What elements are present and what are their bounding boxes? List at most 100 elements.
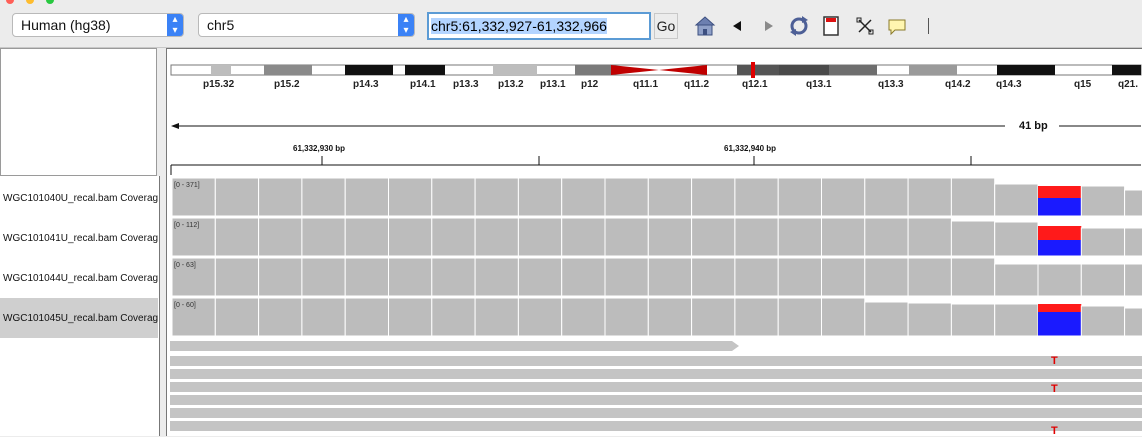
band-label: q14.2 — [945, 79, 971, 90]
coverage-bar — [777, 297, 823, 337]
coverage-allele-bar — [1038, 312, 1082, 336]
locus-value: chr5:61,332,927-61,332,966 — [431, 18, 607, 34]
window-zoom-button[interactable] — [46, 0, 54, 4]
track-name[interactable]: WGC101045U_recal.bam Coverage — [3, 313, 158, 324]
coverage-bar — [344, 217, 389, 257]
coverage-bar — [214, 217, 260, 257]
coverage-bar — [474, 257, 519, 297]
window-close-button[interactable] — [6, 0, 14, 4]
ideogram-and-ruler[interactable] — [167, 49, 1142, 177]
band-label: q21. — [1118, 79, 1139, 90]
coverage-bar — [907, 217, 952, 257]
mismatch-base[interactable]: T — [1051, 355, 1058, 367]
chromosome-dropdown[interactable]: chr5 ▴ ▾ — [198, 13, 415, 37]
mismatch-base[interactable]: T — [1051, 383, 1058, 395]
coverage-bar — [950, 303, 996, 337]
coverage-allele-bar — [1038, 240, 1082, 256]
coverage-bar — [821, 297, 866, 337]
alignment-read — [170, 395, 1142, 405]
coverage-bar — [561, 257, 606, 297]
band-label: p13.3 — [453, 79, 479, 90]
roi-icon[interactable] — [820, 15, 842, 37]
coverage-bar — [734, 297, 779, 337]
resize-icon[interactable] — [854, 15, 876, 37]
band-block — [211, 65, 231, 75]
coverage-bar — [777, 177, 823, 217]
track-name[interactable]: WGC101044U_recal.bam Coverage — [3, 273, 158, 284]
coverage-bar — [994, 183, 1039, 217]
coverage-bar — [214, 257, 260, 297]
coverage-bar — [864, 257, 909, 297]
genome-value: Human (hg38) — [21, 17, 111, 33]
chevron-updown-icon: ▴ ▾ — [398, 14, 414, 36]
popup-text-icon[interactable] — [886, 15, 908, 37]
coverage-bar — [604, 177, 649, 217]
coverage-bar — [604, 297, 649, 337]
chromosome-value: chr5 — [207, 17, 235, 33]
toolbar-separator — [928, 18, 929, 34]
coverage-bar — [388, 177, 433, 217]
alignment-read — [170, 382, 1142, 392]
coverage-bar — [864, 217, 909, 257]
chevron-updown-icon: ▴ ▾ — [167, 14, 183, 36]
coverage-bar — [561, 217, 606, 257]
home-icon[interactable] — [694, 15, 716, 37]
band-label: q15 — [1074, 79, 1092, 90]
coverage-bar — [258, 177, 303, 217]
coverage-bar — [604, 217, 649, 257]
alignment-read — [170, 369, 1142, 379]
band-block — [264, 65, 312, 75]
coverage-bar — [647, 297, 693, 337]
coverage-bar — [691, 177, 736, 217]
name-header-panel — [0, 48, 157, 176]
band-label: p15.32 — [203, 79, 235, 90]
band-label: q14.3 — [996, 79, 1022, 90]
window-minimize-button[interactable] — [26, 0, 34, 4]
coverage-bar — [691, 257, 736, 297]
forward-icon[interactable] — [757, 15, 779, 37]
data-panel: [0 - 371] [0 - 112] [0 - 63] [0 - 60] T … — [166, 176, 1142, 437]
coverage-bar — [821, 257, 866, 297]
coverage-bar — [474, 177, 519, 217]
coverage-bar — [388, 217, 433, 257]
coverage-bar — [1124, 227, 1142, 257]
alignment-read — [170, 341, 732, 351]
track-name[interactable]: WGC101041U_recal.bam Coverage — [3, 233, 158, 244]
coverage-bar — [691, 297, 736, 337]
coverage-bar — [647, 177, 693, 217]
coverage-bar — [258, 297, 303, 337]
coverage-bar — [864, 177, 909, 217]
band-label: q11.2 — [684, 79, 710, 90]
ruler-tick-label: 61,332,940 bp — [724, 144, 777, 153]
band-label: q11.1 — [633, 79, 659, 90]
genome-dropdown[interactable]: Human (hg38) ▴ ▾ — [12, 13, 184, 37]
coverage-bar — [864, 301, 909, 337]
toolbar: Human (hg38) ▴ ▾ chr5 ▴ ▾ chr5:61,332,927-… — [0, 0, 1142, 48]
ruler-tick-label: 61,332,930 bp — [293, 144, 346, 153]
data-range-label: [0 - 112] — [174, 222, 200, 229]
coverage-bar — [950, 257, 996, 297]
locus-search-input[interactable]: chr5:61,332,927-61,332,966 — [427, 12, 651, 40]
coverage-bar — [431, 217, 476, 257]
coverage-bar — [1124, 307, 1142, 337]
coverage-bar — [777, 257, 823, 297]
coverage-allele-bar — [1038, 198, 1082, 216]
coverage-and-alignments[interactable] — [167, 176, 1142, 436]
back-icon[interactable] — [727, 15, 749, 37]
band-label: p12 — [581, 79, 599, 90]
track-name[interactable]: WGC101040U_recal.bam Coverage — [3, 193, 158, 204]
coverage-bar — [647, 217, 693, 257]
panel-divider[interactable] — [160, 48, 165, 436]
coverage-bar — [301, 257, 346, 297]
track-name-panel: WGC101040U_recal.bam Coverage WGC101041U… — [0, 176, 160, 436]
mismatch-base[interactable]: T — [1051, 425, 1058, 437]
refresh-icon[interactable] — [788, 15, 810, 37]
band-label: q13.1 — [806, 79, 832, 90]
go-button[interactable]: Go — [654, 13, 678, 39]
coverage-bar — [1037, 263, 1082, 297]
coverage-bar — [1080, 263, 1126, 297]
coverage-bar — [214, 177, 260, 217]
coverage-bar — [821, 177, 866, 217]
band-label: q12.1 — [742, 79, 768, 90]
width-arrow-left — [171, 123, 179, 129]
